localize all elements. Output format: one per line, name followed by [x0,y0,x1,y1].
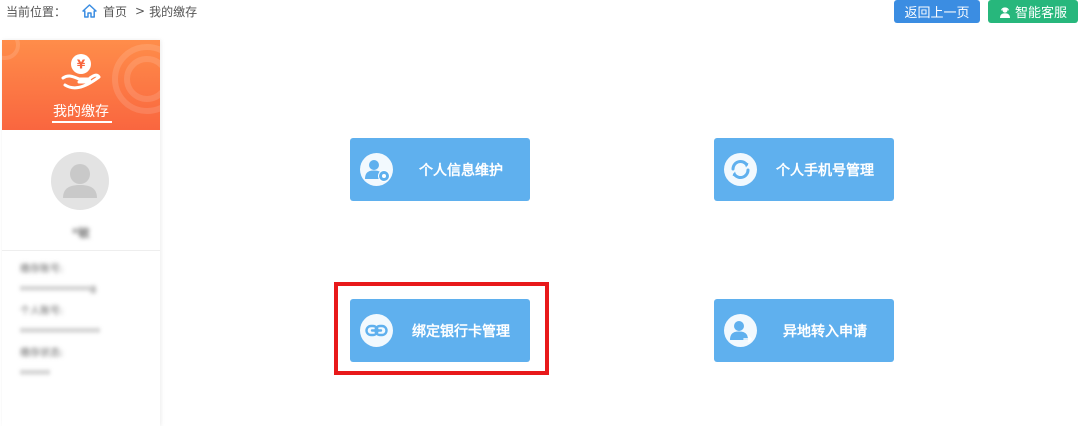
page: 当前位置： 首页 > 我的缴存 返回上一页 智能客服 ¥ 我的缴存 *敏 缴存账… [0,0,1080,426]
avatar-user-icon [63,164,97,198]
phone-number-label: 个人手机号管理 [776,162,874,179]
sidebar-title: 我的缴存 [53,104,109,120]
smart-service-button[interactable]: 智能客服 [988,0,1078,23]
decorative-ring [2,40,20,60]
personal-info-label: 个人信息维护 [419,162,503,179]
transfer-in-label: 异地转入申请 [783,323,867,340]
smart-service-label: 智能客服 [1014,6,1067,21]
username: *敏 [71,226,90,240]
breadcrumb-home-link[interactable]: 首页 [103,3,127,20]
home-icon[interactable] [82,4,97,18]
breadcrumb-separator: > [135,4,146,18]
main-panel: 个人信息维护 个人手机号管理 绑定银行卡管理 异地转入申请 [168,40,1080,426]
sidebar-title-underline [52,121,112,123]
info-line: **************** [20,327,100,338]
user-settings-icon [360,153,393,186]
profile-section: *敏 [2,130,160,250]
yuan-savings-icon: ¥ [61,54,101,90]
breadcrumb-prefix: 当前位置： [6,4,67,19]
back-button[interactable]: 返回上一页 [894,0,980,23]
breadcrumb: 当前位置： 首页 > 我的缴存 [6,0,197,22]
info-line: 缴存账号: [20,264,64,275]
sidebar-header[interactable]: ¥ 我的缴存 [2,40,160,130]
transfer-in-tile[interactable]: 异地转入申请 [714,299,894,362]
back-button-label: 返回上一页 [904,6,970,21]
account-info: 缴存账号: **************8 个人账号: ************… [2,251,160,385]
info-line: **************8 [20,285,97,296]
service-agent-icon [999,6,1010,18]
refresh-icon [724,153,757,186]
breadcrumb-current: 我的缴存 [149,4,198,19]
info-line: 缴存状态: [20,348,64,359]
info-line: 个人账号: [20,306,64,317]
highlight-box [334,282,549,375]
svg-text:¥: ¥ [77,58,86,72]
phone-number-tile[interactable]: 个人手机号管理 [714,138,894,201]
avatar [51,152,109,210]
personal-info-tile[interactable]: 个人信息维护 [350,138,530,201]
sidebar: ¥ 我的缴存 *敏 缴存账号: **************8 个人账号: **… [2,40,160,426]
info-line: ****** [20,369,50,380]
user-transfer-icon [724,314,757,347]
